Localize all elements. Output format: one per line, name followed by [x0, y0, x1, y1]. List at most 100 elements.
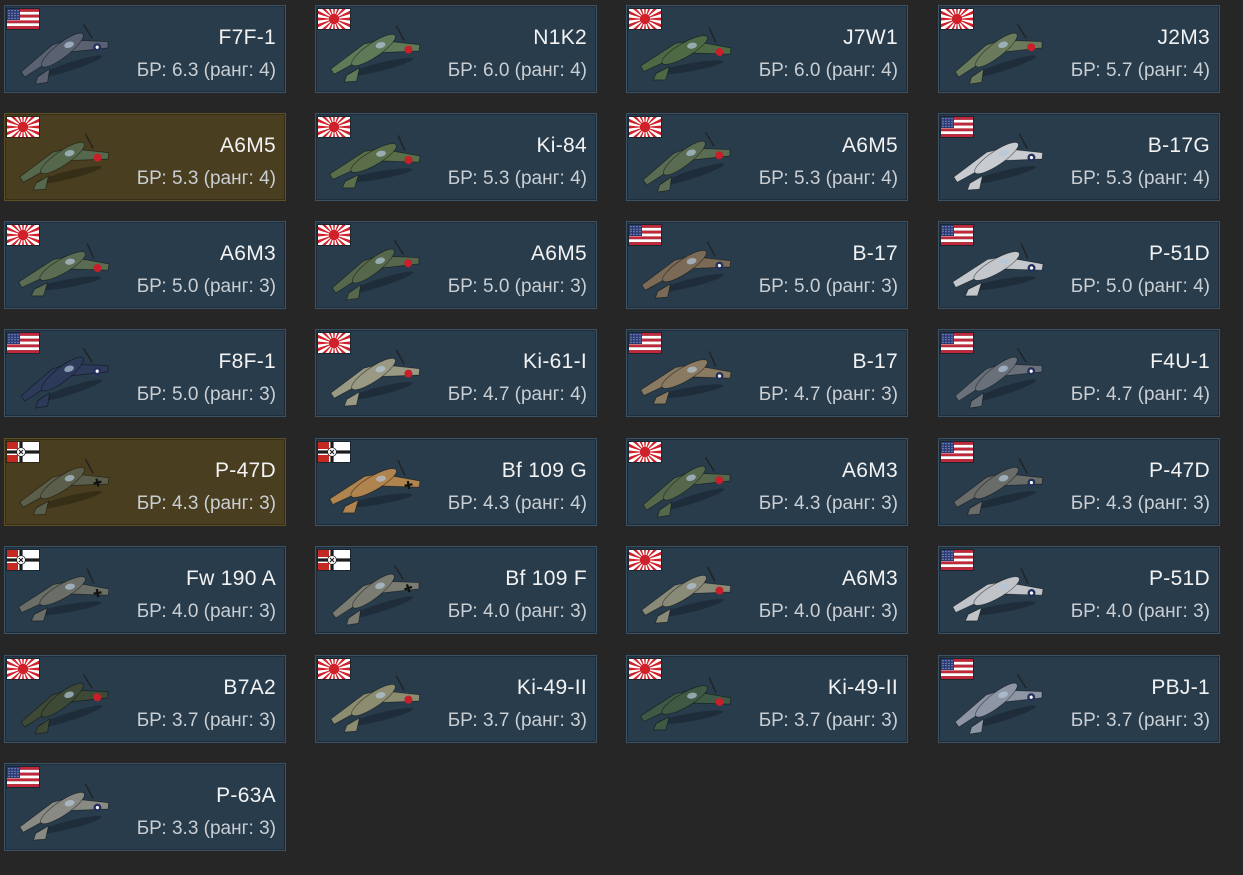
battle-rating: БР: 4.3 (ранг: 3)	[758, 493, 898, 514]
vehicle-name: Bf 109 G	[501, 459, 587, 482]
battle-rating: БР: 5.0 (ранг: 3)	[447, 276, 587, 297]
battle-rating: БР: 3.3 (ранг: 3)	[136, 818, 276, 839]
vehicle-name: Bf 109 F	[505, 567, 587, 590]
battle-rating: БР: 6.3 (ранг: 4)	[136, 60, 276, 81]
vehicle-card[interactable]: P-51D БР: 5.0 (ранг: 4)	[938, 221, 1220, 309]
usa-flag-icon	[941, 225, 973, 245]
vehicle-name: P-47D	[214, 459, 276, 482]
japan-flag-icon	[629, 442, 661, 462]
battle-rating: БР: 4.3 (ранг: 4)	[447, 493, 587, 514]
vehicle-card[interactable]: B-17G БР: 5.3 (ранг: 4)	[938, 113, 1220, 201]
vehicle-name: B-17G	[1147, 134, 1210, 157]
vehicle-card[interactable]: J2M3 БР: 5.7 (ранг: 4)	[938, 5, 1220, 93]
usa-flag-icon	[941, 659, 973, 679]
vehicle-card[interactable]: F8F-1 БР: 5.0 (ранг: 3)	[4, 329, 286, 417]
vehicle-name: F8F-1	[218, 350, 276, 373]
vehicle-card[interactable]: F4U-1 БР: 4.7 (ранг: 4)	[938, 329, 1220, 417]
battle-rating: БР: 4.0 (ранг: 3)	[136, 601, 276, 622]
usa-flag-icon	[941, 442, 973, 462]
vehicle-name: A6M3	[841, 459, 898, 482]
vehicle-card[interactable]: Ki-61-I БР: 4.7 (ранг: 4)	[315, 329, 597, 417]
vehicle-name: A6M5	[219, 134, 276, 157]
vehicle-name: A6M3	[219, 242, 276, 265]
battle-rating: БР: 4.0 (ранг: 3)	[758, 601, 898, 622]
battle-rating: БР: 4.0 (ранг: 3)	[447, 601, 587, 622]
vehicle-name: P-51D	[1148, 567, 1210, 590]
vehicle-card[interactable]: B-17 БР: 4.7 (ранг: 3)	[626, 329, 908, 417]
vehicle-name: A6M5	[841, 134, 898, 157]
usa-flag-icon	[941, 550, 973, 570]
battle-rating: БР: 5.3 (ранг: 4)	[1070, 168, 1210, 189]
vehicle-name: J7W1	[843, 26, 898, 49]
japan-flag-icon	[318, 333, 350, 353]
battle-rating: БР: 5.0 (ранг: 3)	[758, 276, 898, 297]
vehicle-name: Ki-49-II	[516, 676, 587, 699]
japan-flag-icon	[941, 9, 973, 29]
vehicle-name: N1K2	[533, 26, 587, 49]
germany-flag-icon	[318, 442, 350, 462]
vehicle-card[interactable]: A6M3 БР: 4.3 (ранг: 3)	[626, 438, 908, 526]
germany-flag-icon	[318, 550, 350, 570]
japan-flag-icon	[7, 225, 39, 245]
vehicle-name: PBJ-1	[1151, 676, 1210, 699]
vehicle-card[interactable]: Ki-49-II БР: 3.7 (ранг: 3)	[626, 655, 908, 743]
vehicle-name: B-17	[852, 242, 898, 265]
vehicle-card[interactable]: J7W1 БР: 6.0 (ранг: 4)	[626, 5, 908, 93]
vehicle-card[interactable]: B7A2 БР: 3.7 (ранг: 3)	[4, 655, 286, 743]
vehicle-card[interactable]: Fw 190 A БР: 4.0 (ранг: 3)	[4, 546, 286, 634]
vehicle-card[interactable]: A6M5 БР: 5.0 (ранг: 3)	[315, 221, 597, 309]
battle-rating: БР: 4.7 (ранг: 3)	[758, 384, 898, 405]
battle-rating: БР: 3.7 (ранг: 3)	[758, 710, 898, 731]
vehicle-card[interactable]: N1K2 БР: 6.0 (ранг: 4)	[315, 5, 597, 93]
vehicle-name: F4U-1	[1150, 350, 1210, 373]
vehicle-card[interactable]: PBJ-1 БР: 3.7 (ранг: 3)	[938, 655, 1220, 743]
japan-flag-icon	[7, 659, 39, 679]
japan-flag-icon	[629, 117, 661, 137]
vehicle-card[interactable]: A6M3 БР: 4.0 (ранг: 3)	[626, 546, 908, 634]
vehicle-name: Ki-84	[536, 134, 587, 157]
usa-flag-icon	[629, 333, 661, 353]
vehicle-name: Ki-61-I	[523, 350, 587, 373]
battle-rating: БР: 5.0 (ранг: 3)	[136, 384, 276, 405]
battle-rating: БР: 5.0 (ранг: 3)	[136, 276, 276, 297]
usa-flag-icon	[7, 333, 39, 353]
usa-flag-icon	[629, 225, 661, 245]
japan-flag-icon	[7, 117, 39, 137]
usa-flag-icon	[7, 9, 39, 29]
vehicle-name: B7A2	[223, 676, 276, 699]
battle-rating: БР: 5.0 (ранг: 4)	[1070, 276, 1210, 297]
vehicle-card[interactable]: P-47D БР: 4.3 (ранг: 3)	[4, 438, 286, 526]
vehicle-card[interactable]: A6M5 БР: 5.3 (ранг: 4)	[626, 113, 908, 201]
vehicle-card[interactable]: A6M3 БР: 5.0 (ранг: 3)	[4, 221, 286, 309]
vehicle-card[interactable]: Bf 109 G БР: 4.3 (ранг: 4)	[315, 438, 597, 526]
vehicle-name: A6M3	[841, 567, 898, 590]
battle-rating: БР: 4.3 (ранг: 3)	[1070, 493, 1210, 514]
japan-flag-icon	[629, 550, 661, 570]
battle-rating: БР: 4.7 (ранг: 4)	[1070, 384, 1210, 405]
germany-flag-icon	[7, 442, 39, 462]
battle-rating: БР: 3.7 (ранг: 3)	[136, 710, 276, 731]
japan-flag-icon	[318, 225, 350, 245]
vehicle-name: Ki-49-II	[827, 676, 898, 699]
vehicle-name: F7F-1	[218, 26, 276, 49]
vehicle-card[interactable]: B-17 БР: 5.0 (ранг: 3)	[626, 221, 908, 309]
vehicle-grid: F7F-1 БР: 6.3 (ранг: 4) N1K2 БР: 6.0 (ранг:…	[0, 0, 1243, 875]
battle-rating: БР: 3.7 (ранг: 3)	[447, 710, 587, 731]
vehicle-name: B-17	[852, 350, 898, 373]
battle-rating: БР: 3.7 (ранг: 3)	[1070, 710, 1210, 731]
battle-rating: БР: 5.3 (ранг: 4)	[136, 168, 276, 189]
vehicle-card[interactable]: Bf 109 F БР: 4.0 (ранг: 3)	[315, 546, 597, 634]
vehicle-card[interactable]: P-63A БР: 3.3 (ранг: 3)	[4, 763, 286, 851]
vehicle-card[interactable]: P-47D БР: 4.3 (ранг: 3)	[938, 438, 1220, 526]
japan-flag-icon	[318, 9, 350, 29]
usa-flag-icon	[7, 767, 39, 787]
vehicle-card[interactable]: A6M5 БР: 5.3 (ранг: 4)	[4, 113, 286, 201]
vehicle-card[interactable]: P-51D БР: 4.0 (ранг: 3)	[938, 546, 1220, 634]
vehicle-card[interactable]: Ki-84 БР: 5.3 (ранг: 4)	[315, 113, 597, 201]
vehicle-name: J2M3	[1157, 26, 1210, 49]
japan-flag-icon	[629, 659, 661, 679]
usa-flag-icon	[941, 333, 973, 353]
vehicle-name: P-63A	[216, 784, 276, 807]
vehicle-card[interactable]: F7F-1 БР: 6.3 (ранг: 4)	[4, 5, 286, 93]
vehicle-card[interactable]: Ki-49-II БР: 3.7 (ранг: 3)	[315, 655, 597, 743]
